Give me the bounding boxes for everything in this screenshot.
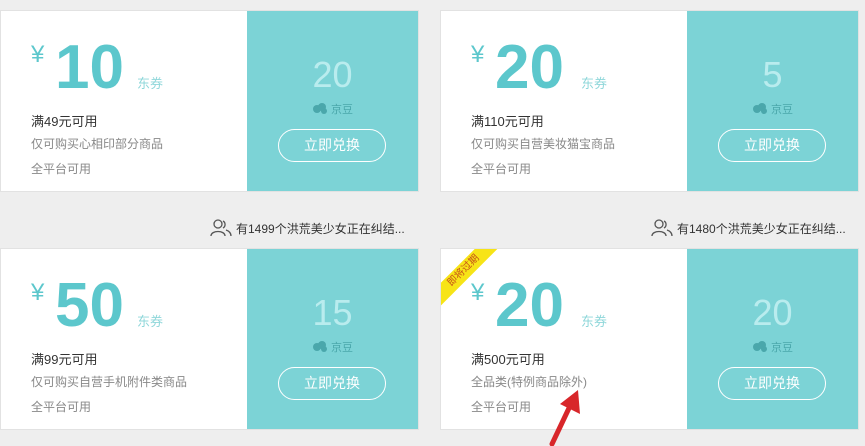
coupon-exchange-panel: 5 京豆 立即兑换 [687,11,858,191]
currency-symbol: ¥ [31,41,45,68]
bean-label: 京豆 [687,339,858,355]
bean-unit: 京豆 [331,342,353,354]
redeem-button[interactable]: 立即兑换 [278,367,386,400]
coupon-exchange-panel: 20 京豆 立即兑换 [687,249,858,429]
coupon-platform: 全平台可用 [471,162,532,176]
users-icon [210,219,232,237]
currency-symbol: ¥ [471,41,485,68]
bean-icon [313,341,327,352]
coupon-info: ¥ 50 东券 满99元可用 仅可购买自营手机附件类商品 全平台可用 [1,249,248,429]
coupon-card: ¥ 20 东券 满110元可用 仅可购买自营美妆猫宝商品 全平台可用 5 京豆 … [440,10,859,192]
people-notice-text: 有1480个洪荒美少女正在纠结... [677,222,846,236]
coupon-amount: 50 [55,271,124,340]
coupon-condition: 满99元可用 [31,352,98,367]
bean-icon [313,103,327,114]
users-icon [651,219,673,237]
coupon-exchange-panel: 20 京豆 立即兑换 [247,11,418,191]
coupon-platform: 全平台可用 [31,162,92,176]
bean-price: 5 [762,54,783,95]
bean-price: 20 [752,292,793,333]
redeem-button[interactable]: 立即兑换 [718,367,826,400]
bean-unit: 京豆 [771,342,793,354]
coupon-card: ¥ 50 东券 满99元可用 仅可购买自营手机附件类商品 全平台可用 15 京豆… [0,248,419,430]
bean-icon [753,103,767,114]
bean-unit: 京豆 [331,104,353,116]
bean-label: 京豆 [247,101,418,117]
bean-icon [753,341,767,352]
coupon-amount: 10 [55,33,124,102]
bean-unit: 京豆 [771,104,793,116]
coupon-exchange-panel: 15 京豆 立即兑换 [247,249,418,429]
coupon-platform: 全平台可用 [31,400,92,414]
coupon-card: ¥ 10 东券 满49元可用 仅可购买心相印部分商品 全平台可用 20 京豆 立… [0,10,419,192]
coupon-condition: 满500元可用 [471,352,545,367]
coupon-info: ¥ 10 东券 满49元可用 仅可购买心相印部分商品 全平台可用 [1,11,248,191]
coupon-unit: 东券 [581,314,608,329]
people-notice: 有1480个洪荒美少女正在纠结... [651,219,846,237]
bean-label: 京豆 [247,339,418,355]
coupon-scope: 仅可购买心相印部分商品 [31,137,164,151]
coupon-unit: 东券 [137,76,164,91]
coupon-condition: 满110元可用 [471,114,544,129]
people-notice-text: 有1499个洪荒美少女正在纠结... [236,222,405,236]
coupon-amount: 20 [495,33,564,102]
coupon-unit: 东券 [581,76,608,91]
bean-price: 20 [312,54,353,95]
redeem-button[interactable]: 立即兑换 [278,129,386,162]
coupon-scope: 仅可购买自营手机附件类商品 [31,375,188,389]
coupon-card: 即将过期 ¥ 20 东券 满500元可用 全品类(特例商品除外) 全平台可用 2… [440,248,859,430]
bean-price: 15 [312,292,353,333]
currency-symbol: ¥ [31,279,45,306]
coupon-condition: 满49元可用 [31,114,98,129]
coupon-platform: 全平台可用 [471,400,532,414]
redeem-button[interactable]: 立即兑换 [718,129,826,162]
coupon-scope: 仅可购买自营美妆猫宝商品 [471,137,616,151]
people-notice: 有1499个洪荒美少女正在纠结... [210,219,405,237]
coupon-info: ¥ 20 东券 满110元可用 仅可购买自营美妆猫宝商品 全平台可用 [441,11,688,191]
red-arrow-icon [549,390,580,446]
coupon-unit: 东券 [137,314,164,329]
currency-symbol: ¥ [471,279,485,306]
bean-label: 京豆 [687,101,858,117]
coupon-amount: 20 [495,271,564,340]
